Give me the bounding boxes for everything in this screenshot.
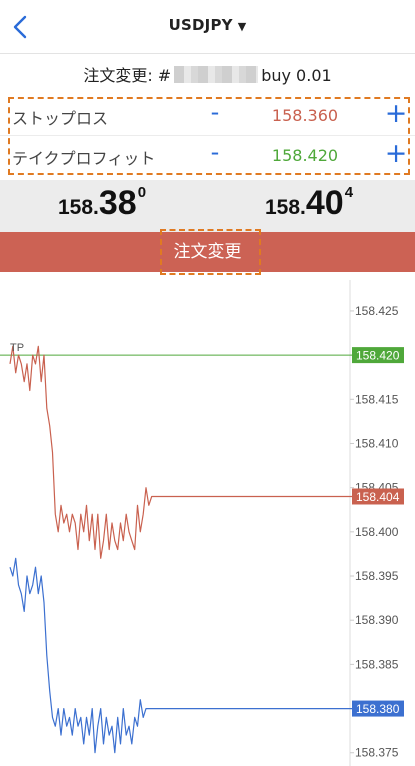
ask-price-series — [9, 345, 352, 559]
caret-down-icon: ▼ — [237, 20, 247, 33]
y-tick-label: 158.390 — [355, 613, 399, 627]
price-bar: 158.380 158.404 — [0, 180, 415, 232]
bid-price-pips: 38 — [98, 184, 137, 222]
ask-price-pips: 40 — [305, 184, 344, 222]
symbol-title: USDJPY — [168, 16, 233, 34]
take-profit-tag: 158.420 — [356, 349, 400, 363]
price-chart-svg: 158.425158.420158.415158.410158.405158.4… — [0, 280, 404, 766]
y-tick-label: 158.415 — [355, 392, 399, 406]
order-prefix: 注文変更: # — [83, 66, 172, 85]
modify-button-highlight — [160, 229, 261, 275]
ask-price-tag: 158.404 — [356, 490, 400, 504]
y-tick-label: 158.385 — [355, 657, 399, 671]
y-tick-label: 158.425 — [355, 304, 399, 318]
order-info: 注文変更: # buy 0.01 — [0, 62, 415, 88]
order-suffix: buy 0.01 — [261, 66, 332, 85]
y-tick-label: 158.400 — [355, 525, 399, 539]
symbol-selector[interactable]: USDJPY ▼ — [0, 16, 415, 34]
y-tick-label: 158.410 — [355, 436, 399, 450]
y-tick-label: 158.395 — [355, 569, 399, 583]
price-chart: 158.425158.420158.415158.410158.405158.4… — [0, 280, 415, 766]
bid-price-series — [9, 557, 352, 754]
ask-price-prefix: 158. — [265, 196, 306, 219]
y-tick-label: 158.375 — [355, 746, 399, 760]
ask-price-fraction: 4 — [344, 184, 354, 201]
redacted-order-id — [174, 66, 259, 83]
bid-price-prefix: 158. — [58, 196, 99, 219]
nav-bar: USDJPY ▼ — [0, 0, 415, 54]
bid-price: 158.380 — [58, 184, 146, 228]
bid-price-tag: 158.380 — [356, 702, 400, 716]
bid-price-fraction: 0 — [137, 184, 147, 201]
tp-marker-label: TP — [10, 342, 24, 354]
sl-tp-highlight — [8, 97, 410, 175]
ask-price: 158.404 — [265, 184, 353, 228]
